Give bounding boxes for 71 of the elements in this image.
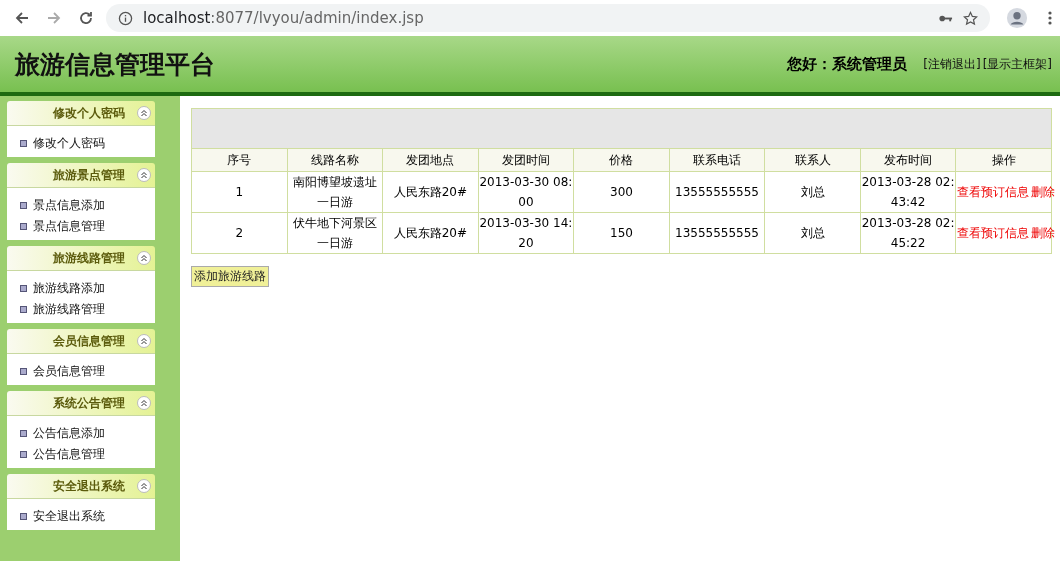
menu-link[interactable]: 安全退出系统: [33, 508, 105, 525]
bullet-icon: [20, 223, 27, 230]
table-cell: 南阳博望坡遗址一日游: [287, 171, 383, 213]
panel-header[interactable]: 旅游景点管理: [7, 163, 155, 188]
table-cell: 13555555555: [669, 212, 765, 254]
table-cell: 2013-03-30 14:20: [478, 212, 574, 254]
collapse-icon[interactable]: [137, 106, 151, 120]
url-text: localhost:8077/lvyou/admin/index.jsp: [143, 9, 424, 27]
panel-title: 安全退出系统: [53, 477, 125, 495]
panel-header[interactable]: 安全退出系统: [7, 474, 155, 499]
menu-link[interactable]: 会员信息管理: [33, 363, 105, 380]
avatar-icon[interactable]: [1006, 7, 1028, 29]
menu-link[interactable]: 景点信息添加: [33, 197, 105, 214]
collapse-icon[interactable]: [137, 479, 151, 493]
bullet-icon: [20, 451, 27, 458]
panel-header[interactable]: 会员信息管理: [7, 329, 155, 354]
address-bar[interactable]: localhost:8077/lvyou/admin/index.jsp: [106, 4, 990, 32]
site-title: 旅游信息管理平台: [15, 48, 215, 81]
panel-title: 旅游景点管理: [53, 166, 125, 184]
action-link[interactable]: 查看预订信息: [957, 226, 1030, 240]
table-cell: 1: [191, 171, 288, 213]
menu-link[interactable]: 修改个人密码: [33, 135, 105, 152]
star-icon[interactable]: [963, 10, 978, 26]
table-cell: 刘总: [764, 171, 861, 213]
panel-header[interactable]: 旅游线路管理: [7, 246, 155, 271]
table-cell: 2013-03-30 08:00: [478, 171, 574, 213]
table-cell: 2013-03-28 02:43:42: [860, 171, 956, 213]
menu-icon[interactable]: [1048, 10, 1052, 26]
greeting-text: 您好：系统管理员: [787, 54, 908, 74]
info-icon: [118, 10, 133, 26]
panel-title: 系统公告管理: [53, 394, 125, 412]
table-cell: 2013-03-28 02:45:22: [860, 212, 956, 254]
menu-link[interactable]: 景点信息管理: [33, 218, 105, 235]
action-link[interactable]: 删除: [1031, 226, 1056, 240]
bullet-icon: [20, 285, 27, 292]
bullet-icon: [20, 513, 27, 520]
collapse-icon[interactable]: [137, 396, 151, 410]
panel-title: 修改个人密码: [53, 104, 125, 122]
column-header: 序号: [191, 148, 288, 172]
table-cell: 150: [573, 212, 670, 254]
bullet-icon: [20, 430, 27, 437]
table-cell: 伏牛地下河景区一日游: [287, 212, 383, 254]
panel-title: 会员信息管理: [53, 332, 125, 350]
add-route-button[interactable]: 添加旅游线路: [191, 266, 269, 287]
action-link[interactable]: 查看预订信息: [957, 185, 1030, 199]
table-cell: 刘总: [764, 212, 861, 254]
bullet-icon: [20, 306, 27, 313]
forward-icon[interactable]: [46, 10, 62, 26]
reload-icon[interactable]: [78, 10, 94, 26]
header-link[interactable]: [显示主框架]: [982, 55, 1052, 73]
table-cell: 13555555555: [669, 171, 765, 213]
panel-header[interactable]: 系统公告管理: [7, 391, 155, 416]
back-icon[interactable]: [14, 10, 30, 26]
header-link[interactable]: [注销退出]: [923, 55, 981, 73]
table-cell: 300: [573, 171, 670, 213]
menu-link[interactable]: 旅游线路管理: [33, 301, 105, 318]
panel-title: 旅游线路管理: [53, 249, 125, 267]
collapse-icon[interactable]: [137, 334, 151, 348]
panel-header[interactable]: 修改个人密码: [7, 101, 155, 126]
menu-link[interactable]: 旅游线路添加: [33, 280, 105, 297]
action-link[interactable]: 删除: [1031, 185, 1056, 199]
table-cell: 人民东路20#: [382, 171, 479, 213]
menu-link[interactable]: 公告信息添加: [33, 425, 105, 442]
menu-link[interactable]: 公告信息管理: [33, 446, 105, 463]
collapse-icon[interactable]: [137, 168, 151, 182]
bullet-icon: [20, 140, 27, 147]
table-cell: 人民东路20#: [382, 212, 479, 254]
table-cell: 2: [191, 212, 288, 254]
collapse-icon[interactable]: [137, 251, 151, 265]
bullet-icon: [20, 202, 27, 209]
bullet-icon: [20, 368, 27, 375]
